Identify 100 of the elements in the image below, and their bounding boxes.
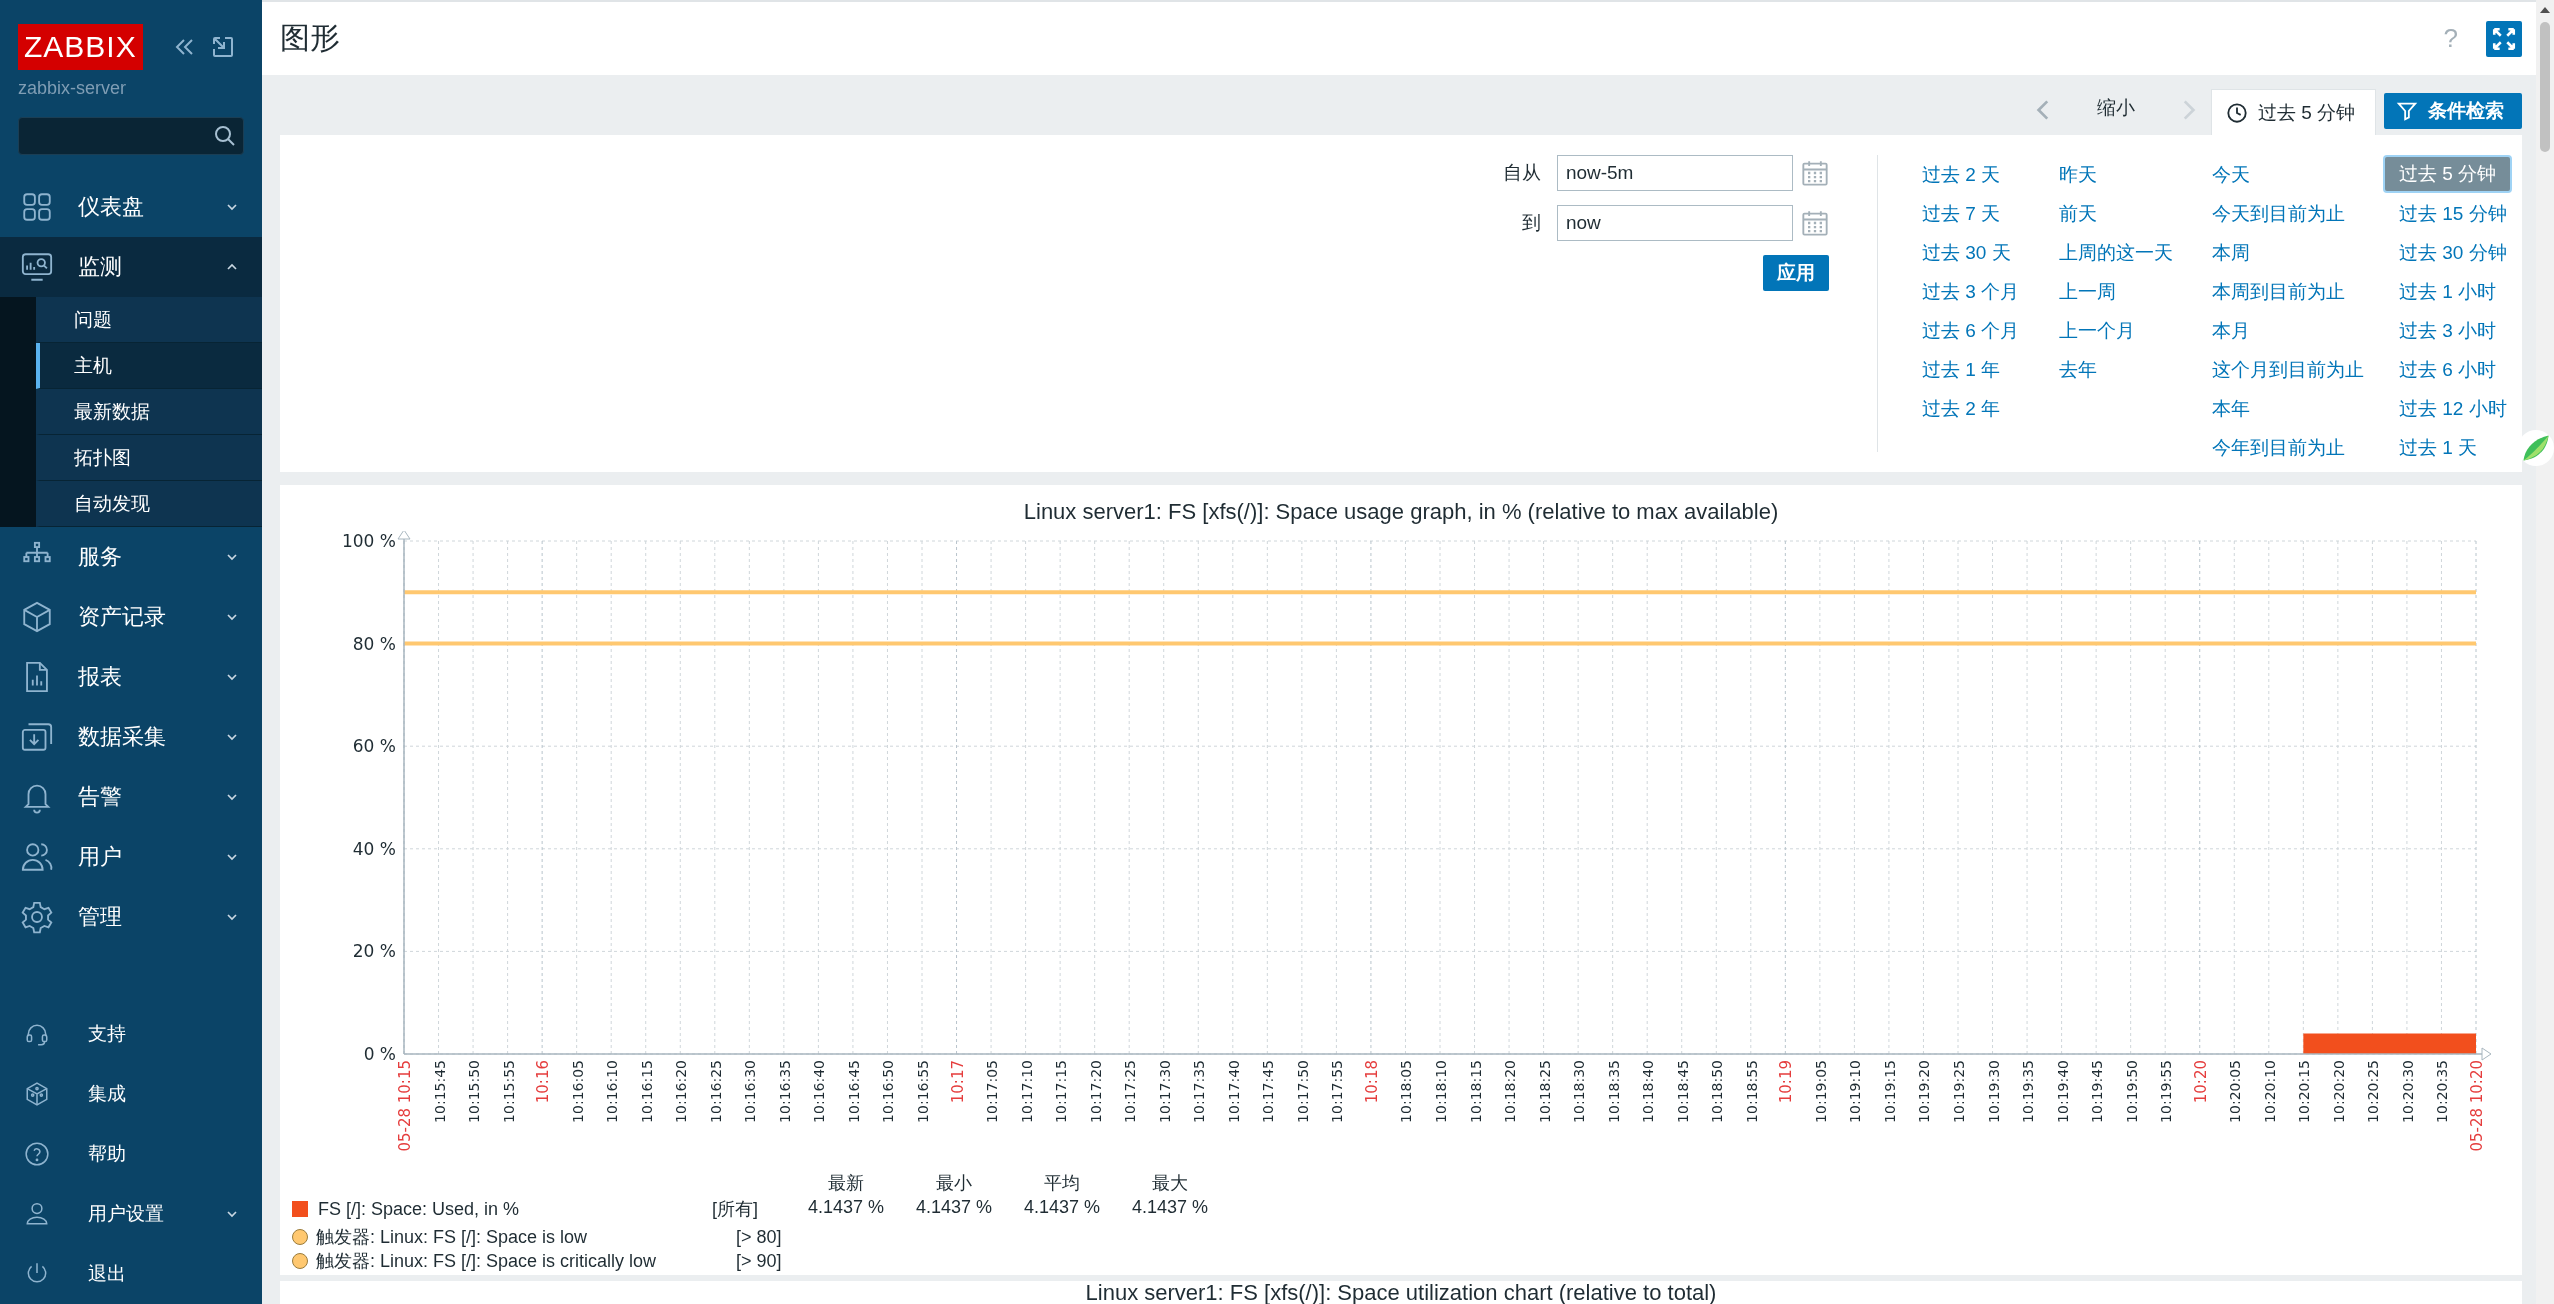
x-tick-label: 10:20:05 [2227,1060,2244,1123]
quick-range-link[interactable]: 过去 6 小时 [2398,350,2496,389]
y-tick-label: 80 % [352,633,396,654]
x-tick-label: 10:20:10 [2261,1060,2278,1123]
x-tick-label: 10:18:55 [1743,1060,1760,1123]
quick-range-link[interactable]: 过去 2 天 [1921,155,2000,194]
quick-range-link[interactable]: 本月 [2211,311,2250,350]
quick-range-link[interactable]: 今天 [2211,155,2250,194]
submenu-item[interactable]: 拓扑图 [36,435,262,481]
x-tick-label: 10:19:45 [2089,1060,2106,1123]
menu-item[interactable]: 支持 [0,1004,262,1064]
filter-button[interactable]: 条件检索 [2384,93,2522,129]
quick-range-link[interactable]: 过去 6 个月 [1921,311,2019,350]
menu-item[interactable]: 监测 [0,237,262,297]
legend-header: 最小 [935,1172,973,1195]
x-tick-label: 10:18:20 [1502,1060,1519,1123]
quick-range-link[interactable]: 上一周 [2058,272,2116,311]
x-tick-label: 10:17:50 [1294,1060,1311,1123]
legend-function: [所有] [712,1198,759,1221]
quick-range-link[interactable]: 过去 12 小时 [2398,389,2507,428]
menu-item[interactable]: 数据采集 [0,707,262,767]
apply-button[interactable]: 应用 [1762,255,1829,291]
x-tick-label: 10:18:35 [1605,1060,1622,1123]
x-tick-label: 10:19:40 [2054,1060,2071,1123]
quick-range-link[interactable]: 过去 30 分钟 [2398,233,2507,272]
legend-header: 平均 [1043,1172,1081,1195]
menu-item[interactable]: 告警 [0,767,262,827]
x-tick-label: 10:16:05 [569,1060,586,1123]
menu-item[interactable]: 报表 [0,647,262,707]
submenu-item[interactable]: 自动发现 [36,481,262,527]
menu-item[interactable]: 管理 [0,887,262,947]
x-tick-label: 10:18:50 [1709,1060,1726,1123]
logo[interactable]: ZABBIX [18,24,143,70]
menu-item[interactable]: 仪表盘 [0,177,262,237]
x-tick-label: 10:18:15 [1467,1060,1484,1123]
menu-item[interactable]: 资产记录 [0,587,262,647]
x-tick-label: 10:17:30 [1156,1060,1173,1123]
legend-value: 4.1437 % [1022,1197,1102,1219]
x-tick-label: 10:16:45 [845,1060,862,1123]
server-name: zabbix-server [17,77,128,99]
field-label: 到 [1521,211,1541,235]
x-tick-label: 10:18:45 [1674,1060,1691,1123]
x-tick-label: 10:17:15 [1053,1060,1070,1123]
quick-range-link[interactable]: 过去 30 天 [1921,233,2011,272]
zoom-out-button[interactable]: 缩小 [2096,95,2135,121]
quick-range-link[interactable]: 过去 15 分钟 [2398,194,2507,233]
quick-range-link[interactable]: 过去 5 分钟 [2384,157,2510,191]
menu-item[interactable]: 用户设置 [0,1184,262,1244]
quick-range-link[interactable]: 前天 [2058,194,2097,233]
x-tick-label: 10:20:30 [2399,1060,2416,1123]
quick-range-link[interactable]: 过去 3 个月 [1921,272,2019,311]
legend-value: 4.1437 % [914,1197,994,1219]
quick-range-link[interactable]: 过去 1 小时 [2398,272,2496,311]
y-tick-label: 60 % [352,736,396,757]
x-tick-label: 10:17:10 [1018,1060,1035,1123]
x-tick-label: 10:16 [534,1060,553,1104]
menu-item[interactable]: 服务 [0,527,262,587]
time-range-tab[interactable]: 过去 5 分钟 [2210,89,2376,135]
to-field[interactable]: now [1556,205,1793,241]
y-tick-label: 100 % [342,531,396,551]
menu-item[interactable]: 用户 [0,827,262,887]
x-tick-label: 10:17:35 [1191,1060,1208,1123]
x-tick-label: 10:16:35 [776,1060,793,1123]
quick-range-link[interactable]: 过去 2 年 [1921,389,2000,428]
menu-item[interactable]: 集成 [0,1064,262,1124]
x-tick-label: 10:17:05 [984,1060,1001,1123]
trigger-condition: [> 90] [736,1250,782,1272]
quick-range-link[interactable]: 过去 1 天 [2398,428,2477,467]
submenu-item[interactable]: 主机 [36,343,262,389]
menu-item[interactable]: 退出 [0,1244,262,1304]
x-tick-label: 10:20:20 [2330,1060,2347,1123]
quick-range-link[interactable]: 上一个月 [2058,311,2135,350]
x-tick-label: 10:18:05 [1398,1060,1415,1123]
quick-range-link[interactable]: 今天到目前为止 [2211,194,2345,233]
quick-range-link[interactable]: 昨天 [2058,155,2097,194]
quick-range-link[interactable]: 本年 [2211,389,2250,428]
quick-range-link[interactable]: 本周 [2211,233,2250,272]
menu-item[interactable]: 帮助 [0,1124,262,1184]
from-field[interactable]: now-5m [1556,155,1793,191]
x-tick-label: 10:19:05 [1812,1060,1829,1123]
submenu-item[interactable]: 最新数据 [36,389,262,435]
x-tick-label: 10:18:10 [1433,1060,1449,1123]
field-label: 自从 [1502,161,1541,185]
quick-range-link[interactable]: 这个月到目前为止 [2211,350,2364,389]
quick-range-link[interactable]: 今年到目前为止 [2211,428,2345,467]
x-tick-label: 10:20:25 [2365,1060,2382,1123]
quick-range-link[interactable]: 本周到目前为止 [2211,272,2345,311]
x-tick-label: 10:19:30 [1985,1060,2002,1123]
quick-range-link[interactable]: 过去 3 小时 [2398,311,2496,350]
quick-range-link[interactable]: 过去 1 年 [1921,350,2000,389]
quick-range-link[interactable]: 上周的这一天 [2058,233,2173,272]
x-tick-label: 10:16:55 [915,1060,931,1123]
x-tick-label: 10:20:35 [2434,1060,2451,1123]
x-tick-label: 10:18:25 [1536,1060,1553,1123]
x-tick-label: 10:16:15 [638,1060,655,1123]
trigger-condition: [> 80] [736,1226,782,1248]
graph-title: Linux server1: FS [xfs(/)]: Space usage graph, in % (relative to max available) [1022,498,1780,525]
quick-range-link[interactable]: 去年 [2058,350,2097,389]
x-tick-label: 10:19:20 [1916,1060,1933,1123]
quick-range-link[interactable]: 过去 7 天 [1921,194,2000,233]
